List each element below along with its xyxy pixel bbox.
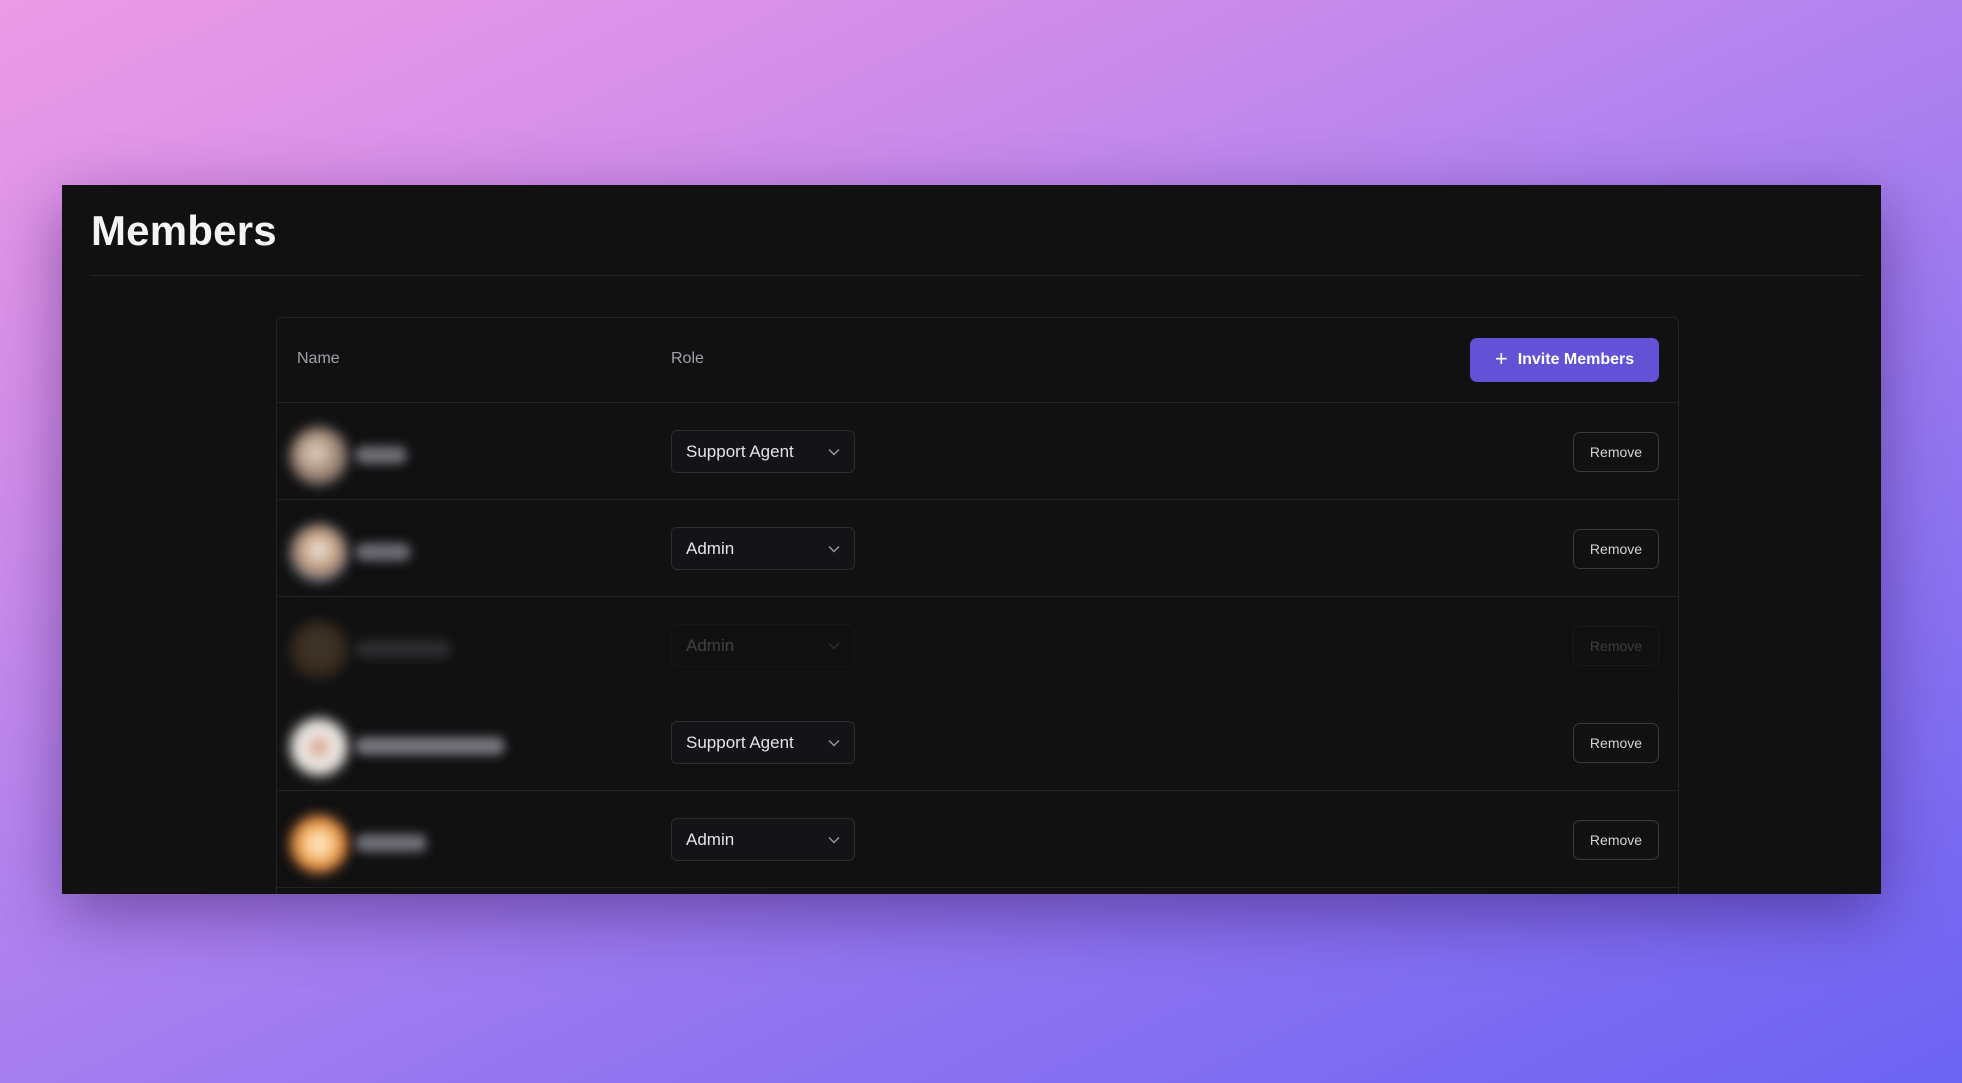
member-name-blurred xyxy=(355,737,505,755)
avatar xyxy=(290,815,348,873)
member-name-blurred xyxy=(355,640,451,658)
invite-members-label: Invite Members xyxy=(1517,351,1635,368)
role-select-value: Admin xyxy=(686,829,735,849)
member-row: Support Agent Remove xyxy=(277,694,1678,791)
chevron-down-icon xyxy=(828,448,840,455)
members-window: Members Name Role + Invite Members Suppo… xyxy=(62,185,1881,894)
remove-button[interactable]: Remove xyxy=(1573,820,1659,860)
table-header: Name Role + Invite Members xyxy=(277,318,1678,403)
chevron-down-icon xyxy=(828,836,840,843)
title-divider xyxy=(91,275,1861,276)
remove-button[interactable]: Remove xyxy=(1573,529,1659,569)
role-select[interactable]: Admin xyxy=(671,818,855,861)
remove-button[interactable]: Remove xyxy=(1573,626,1659,666)
plus-icon: + xyxy=(1494,346,1508,371)
chevron-down-icon xyxy=(828,642,840,649)
role-select[interactable]: Support Agent xyxy=(671,430,855,473)
role-select[interactable]: Admin xyxy=(671,624,855,667)
role-select-value: Support Agent xyxy=(686,732,794,752)
member-row: Support Agent Remove xyxy=(277,403,1678,500)
remove-button[interactable]: Remove xyxy=(1573,723,1659,763)
avatar xyxy=(290,427,348,485)
role-select-value: Support Agent xyxy=(686,441,794,461)
avatar xyxy=(290,718,348,776)
members-table: Name Role + Invite Members Support Agent… xyxy=(276,317,1679,894)
member-row-pending: Admin Remove xyxy=(277,597,1678,694)
role-select-value: Admin xyxy=(686,538,735,558)
role-select-value: Admin xyxy=(686,635,735,655)
page-title: Members xyxy=(91,207,277,254)
role-select[interactable]: Support Agent xyxy=(671,721,855,764)
member-row: Admin Remove xyxy=(277,791,1678,888)
member-row: Admin Remove xyxy=(277,500,1678,597)
member-name-blurred xyxy=(355,543,411,561)
avatar xyxy=(290,621,348,679)
member-name-blurred xyxy=(355,446,407,464)
avatar xyxy=(290,524,348,582)
invite-members-button[interactable]: + Invite Members xyxy=(1470,338,1659,382)
role-select[interactable]: Admin xyxy=(671,527,855,570)
chevron-down-icon xyxy=(828,739,840,746)
remove-button[interactable]: Remove xyxy=(1573,432,1659,472)
chevron-down-icon xyxy=(828,545,840,552)
member-name-blurred xyxy=(355,834,427,852)
column-header-role: Role xyxy=(671,350,704,367)
column-header-name: Name xyxy=(297,350,340,367)
